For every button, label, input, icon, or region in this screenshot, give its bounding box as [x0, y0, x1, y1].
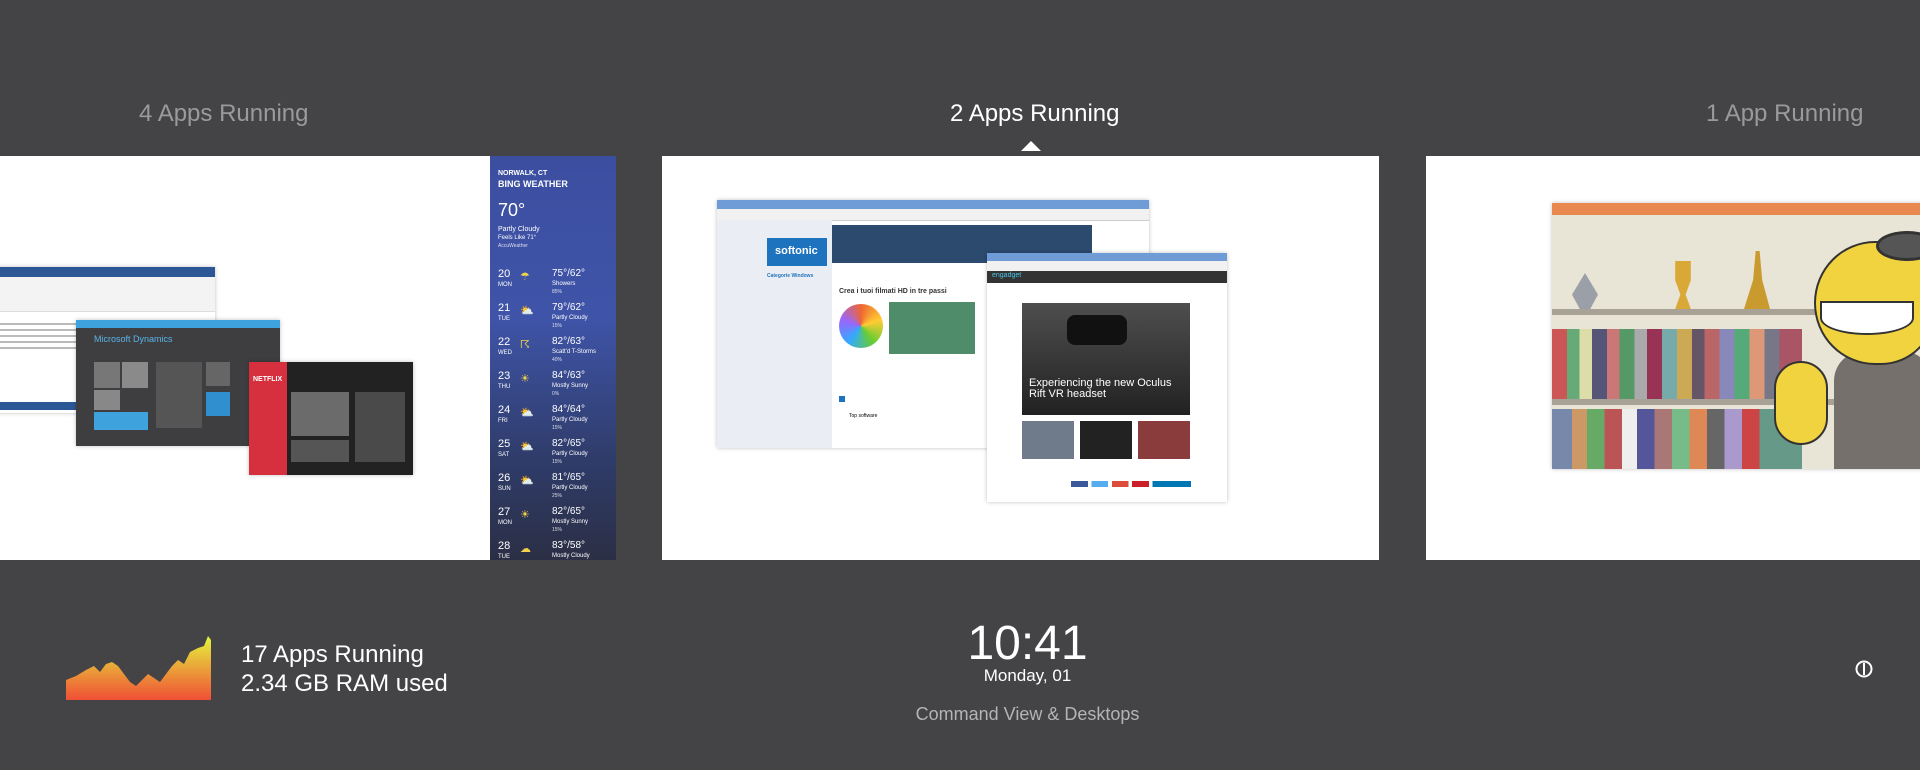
engadget-headline: Experiencing the new Oculus Rift VR head…	[1029, 377, 1172, 400]
forecast-day: 23 THU ☀ 84°/63° Mostly Sunny 0%	[498, 370, 589, 397]
sun-icon: ☀	[520, 373, 530, 385]
forecast-day: 21 TUE ⛅ 79°/62° Partly Cloudy 15%	[498, 302, 588, 329]
netflix-window-thumbnail[interactable]: NETFLIX	[249, 362, 413, 475]
desktop-3-thumbnail[interactable]	[1426, 156, 1920, 560]
weather-provider: AccuWeather	[498, 243, 528, 249]
engadget-logo: engadget	[992, 272, 1022, 279]
forecast-day: 25 SAT ⛅ 82°/65° Partly Cloudy 15%	[498, 438, 588, 465]
forecast-day: 27 MON ☀ 82°/65° Mostly Sunny 15%	[498, 506, 589, 533]
clock-time: 10:41	[967, 617, 1088, 670]
bing-weather-thumbnail[interactable]: NORWALK, CT BING WEATHER 70° Partly Clou…	[490, 156, 616, 560]
weather-temperature: 70°	[498, 200, 526, 220]
partly-cloudy-icon: ⛅	[520, 475, 534, 487]
desktop-1-title[interactable]: 4 Apps Running	[139, 100, 308, 128]
forecast-day: 28 TUE ☁ 83°/58° Mostly Cloudy	[498, 540, 590, 560]
forecast-day: 22 WED ☈ 82°/63° Scatt'd T-Storms 40%	[498, 336, 597, 363]
power-icon[interactable]	[1855, 660, 1873, 678]
command-view-link[interactable]: Command View & Desktops	[0, 704, 1920, 725]
clock-date: Monday, 01	[983, 666, 1072, 685]
softonic-category: Categorie Windows	[767, 273, 814, 279]
desktop-2-thumbnail[interactable]: softonic Categorie Windows Crea i tuoi f…	[662, 156, 1379, 560]
softonic-logo: softonic	[775, 245, 818, 257]
engadget-browser-thumbnail[interactable]: engadget Experiencing the new Oculus Rif…	[987, 253, 1227, 502]
weather-location: NORWALK, CT	[498, 170, 548, 177]
weather-feels-like: Feels Like 71°	[498, 235, 537, 241]
desktop-2-title[interactable]: 2 Apps Running	[950, 100, 1119, 128]
partly-cloudy-icon: ⛅	[520, 407, 534, 419]
cloudy-icon: ☁	[520, 543, 531, 555]
partly-cloudy-icon: ⛅	[520, 305, 534, 317]
partly-cloudy-icon: ⛅	[520, 441, 534, 453]
forecast-day: 20 MON ☂ 75°/62° Showers 85%	[498, 268, 586, 295]
cartoon-dog-character	[1774, 231, 1920, 469]
weather-brand: BING WEATHER	[498, 179, 568, 189]
desktop-1-thumbnail[interactable]: Microsoft Dynamics NETFLIX NORWALK, CT B…	[0, 156, 616, 560]
video-app-thumbnail[interactable]	[1552, 203, 1920, 469]
forecast-day: 26 SUN ⛅ 81°/65° Partly Cloudy 25%	[498, 472, 588, 499]
sun-icon: ☀	[520, 509, 530, 521]
softonic-tab: Top software	[849, 413, 878, 419]
desktop-3-title[interactable]: 1 App Running	[1706, 100, 1863, 128]
rain-icon: ☂	[520, 271, 530, 283]
netflix-logo: NETFLIX	[253, 376, 283, 383]
dynamics-title: Microsoft Dynamics	[94, 334, 173, 344]
weather-condition: Partly Cloudy	[498, 226, 540, 233]
softonic-headline: Crea i tuoi filmati HD in tre passi	[839, 288, 947, 295]
forecast-day: 24 FRI ⛅ 84°/64° Partly Cloudy 15%	[498, 404, 588, 431]
thunderstorm-icon: ☈	[520, 339, 530, 351]
active-desktop-caret	[1021, 141, 1041, 151]
